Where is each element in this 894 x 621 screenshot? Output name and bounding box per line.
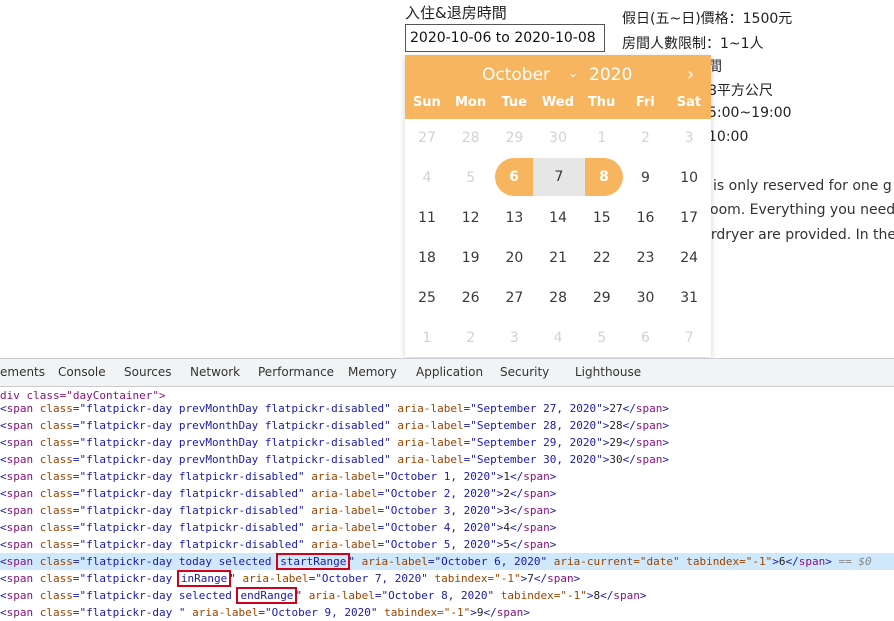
weekday-label: Fri — [635, 95, 655, 110]
tab-security[interactable]: Security — [500, 365, 549, 379]
day-cell[interactable]: 17 — [667, 199, 711, 237]
checkin-checkout-label: 入住&退房時間 — [405, 4, 507, 22]
description-line: irdryer are provided. In the — [707, 227, 894, 243]
dom-node-line[interactable]: <span class="flatpickr-day today selecte… — [0, 553, 894, 570]
tab-network[interactable]: Network — [190, 365, 240, 379]
dom-node-line[interactable]: <span class="flatpickr-day flatpickr-dis… — [0, 485, 894, 502]
tab-console[interactable]: Console — [58, 365, 106, 379]
room-info-line: 房間人數限制：1~1人 — [622, 36, 764, 52]
tab-memory[interactable]: Memory — [348, 365, 397, 379]
tab-lighthouse[interactable]: Lighthouse — [575, 365, 641, 379]
day-cell[interactable]: 26 — [449, 279, 493, 317]
year-input[interactable]: 2020 — [589, 65, 632, 85]
day-cell[interactable]: 21 — [536, 239, 580, 277]
day-range-start[interactable]: 6 — [495, 158, 533, 196]
chevron-right-icon[interactable]: › — [687, 64, 694, 85]
day-disabled: 3 — [684, 130, 694, 146]
weekday-label: Sun — [412, 95, 441, 110]
day-cell[interactable]: 20 — [492, 239, 536, 277]
room-info-line: 10:00 — [708, 129, 749, 145]
day-disabled: 2 — [466, 330, 476, 346]
calendar-header: October ⌄ 2020 › Sun Mon Tue Wed Thu Fri… — [405, 55, 711, 119]
dom-node-line[interactable]: <span class="flatpickr-day prevMonthDay … — [0, 451, 894, 468]
description-line: oom. Everything you need — [710, 202, 894, 218]
devtools-tab-bar: ements Console Sources Network Performan… — [0, 359, 894, 387]
day-disabled: 1 — [597, 130, 607, 146]
day-cell[interactable]: 18 — [405, 239, 449, 277]
day-disabled: 29 — [505, 130, 524, 146]
room-info-line: 假日(五~日)價格：1500元 — [622, 11, 793, 27]
day-disabled: 3 — [509, 330, 519, 346]
day-cell[interactable]: 9 — [624, 159, 668, 197]
dom-node-line[interactable]: <span class="flatpickr-day flatpickr-dis… — [0, 536, 894, 553]
dom-node-line[interactable]: <span class="flatpickr-day " aria-label=… — [0, 604, 894, 621]
flatpickr-calendar: October ⌄ 2020 › Sun Mon Tue Wed Thu Fri… — [405, 55, 711, 357]
elements-tree: div class="dayContainer"> <span class="f… — [0, 387, 894, 621]
day-cell[interactable]: 19 — [449, 239, 493, 277]
day-cell[interactable]: 15 — [580, 199, 624, 237]
weekday-label: Thu — [587, 95, 616, 110]
weekday-label: Mon — [454, 95, 487, 110]
day-cell[interactable]: 29 — [580, 279, 624, 317]
day-in-range[interactable]: 7 — [533, 158, 585, 196]
month-select[interactable]: October — [482, 65, 550, 85]
day-disabled: 30 — [549, 130, 567, 146]
day-disabled: 6 — [641, 330, 650, 346]
day-disabled: 27 — [418, 130, 436, 146]
day-cell[interactable]: 10 — [667, 159, 711, 197]
day-cell[interactable]: 13 — [492, 199, 536, 237]
day-disabled: 1 — [422, 330, 432, 346]
dom-node-line[interactable]: <span class="flatpickr-day flatpickr-dis… — [0, 468, 894, 485]
tab-sources[interactable]: Sources — [124, 365, 171, 379]
day-cell[interactable]: 27 — [492, 279, 536, 317]
day-disabled: 28 — [461, 130, 480, 146]
day-cell[interactable]: 31 — [667, 279, 711, 317]
day-cell[interactable]: 12 — [449, 199, 493, 237]
devtools-panel: ements Console Sources Network Performan… — [0, 358, 894, 621]
day-disabled: 2 — [641, 130, 650, 146]
date-range-input[interactable] — [405, 24, 605, 52]
day-grid: 6 7 8 27 28 29 30 1 2 3 4 5 9 10 11 12 13 14 15 16 17 18 19… — [405, 119, 711, 357]
day-cell[interactable]: 11 — [405, 199, 449, 237]
chevron-down-icon[interactable]: ⌄ — [568, 66, 578, 80]
day-cell[interactable]: 14 — [536, 199, 580, 237]
tab-elements[interactable]: ements — [0, 365, 45, 379]
dom-node-line[interactable]: <span class="flatpickr-day flatpickr-dis… — [0, 502, 894, 519]
day-disabled: 4 — [553, 330, 563, 346]
dom-node-line[interactable]: <span class="flatpickr-day inRange " aria… — [0, 570, 894, 587]
description-line: is only reserved for one g — [713, 178, 892, 194]
day-disabled: 5 — [466, 170, 476, 186]
day-cell[interactable]: 22 — [580, 239, 624, 277]
weekday-label: Sat — [676, 95, 702, 110]
day-cell[interactable]: 16 — [624, 199, 668, 237]
dom-node-line[interactable]: <span class="flatpickr-day selected endR… — [0, 587, 894, 604]
day-disabled: 5 — [597, 330, 607, 346]
day-cell[interactable]: 23 — [624, 239, 668, 277]
room-info-line: 5:00~19:00 — [708, 105, 792, 121]
weekday-label: Wed — [541, 95, 574, 110]
weekday-row: Sun Mon Tue Wed Thu Fri Sat — [405, 95, 711, 115]
dom-node-line[interactable]: <span class="flatpickr-day flatpickr-dis… — [0, 519, 894, 536]
day-disabled: 7 — [684, 330, 694, 346]
room-info-line: 8平方公尺 — [708, 83, 773, 99]
dom-node-line[interactable]: <span class="flatpickr-day prevMonthDay … — [0, 417, 894, 434]
tab-performance[interactable]: Performance — [258, 365, 334, 379]
day-range-end[interactable]: 8 — [585, 158, 623, 196]
day-cell[interactable]: 28 — [536, 279, 580, 317]
dom-node-line[interactable]: <span class="flatpickr-day prevMonthDay … — [0, 400, 894, 417]
day-cell[interactable]: 24 — [667, 239, 711, 277]
day-cell[interactable]: 25 — [405, 279, 449, 317]
weekday-label: Tue — [501, 95, 527, 110]
dom-node-line[interactable]: <span class="flatpickr-day prevMonthDay … — [0, 434, 894, 451]
tab-application[interactable]: Application — [416, 365, 483, 379]
day-cell[interactable]: 30 — [624, 279, 668, 317]
day-disabled: 4 — [422, 170, 432, 186]
